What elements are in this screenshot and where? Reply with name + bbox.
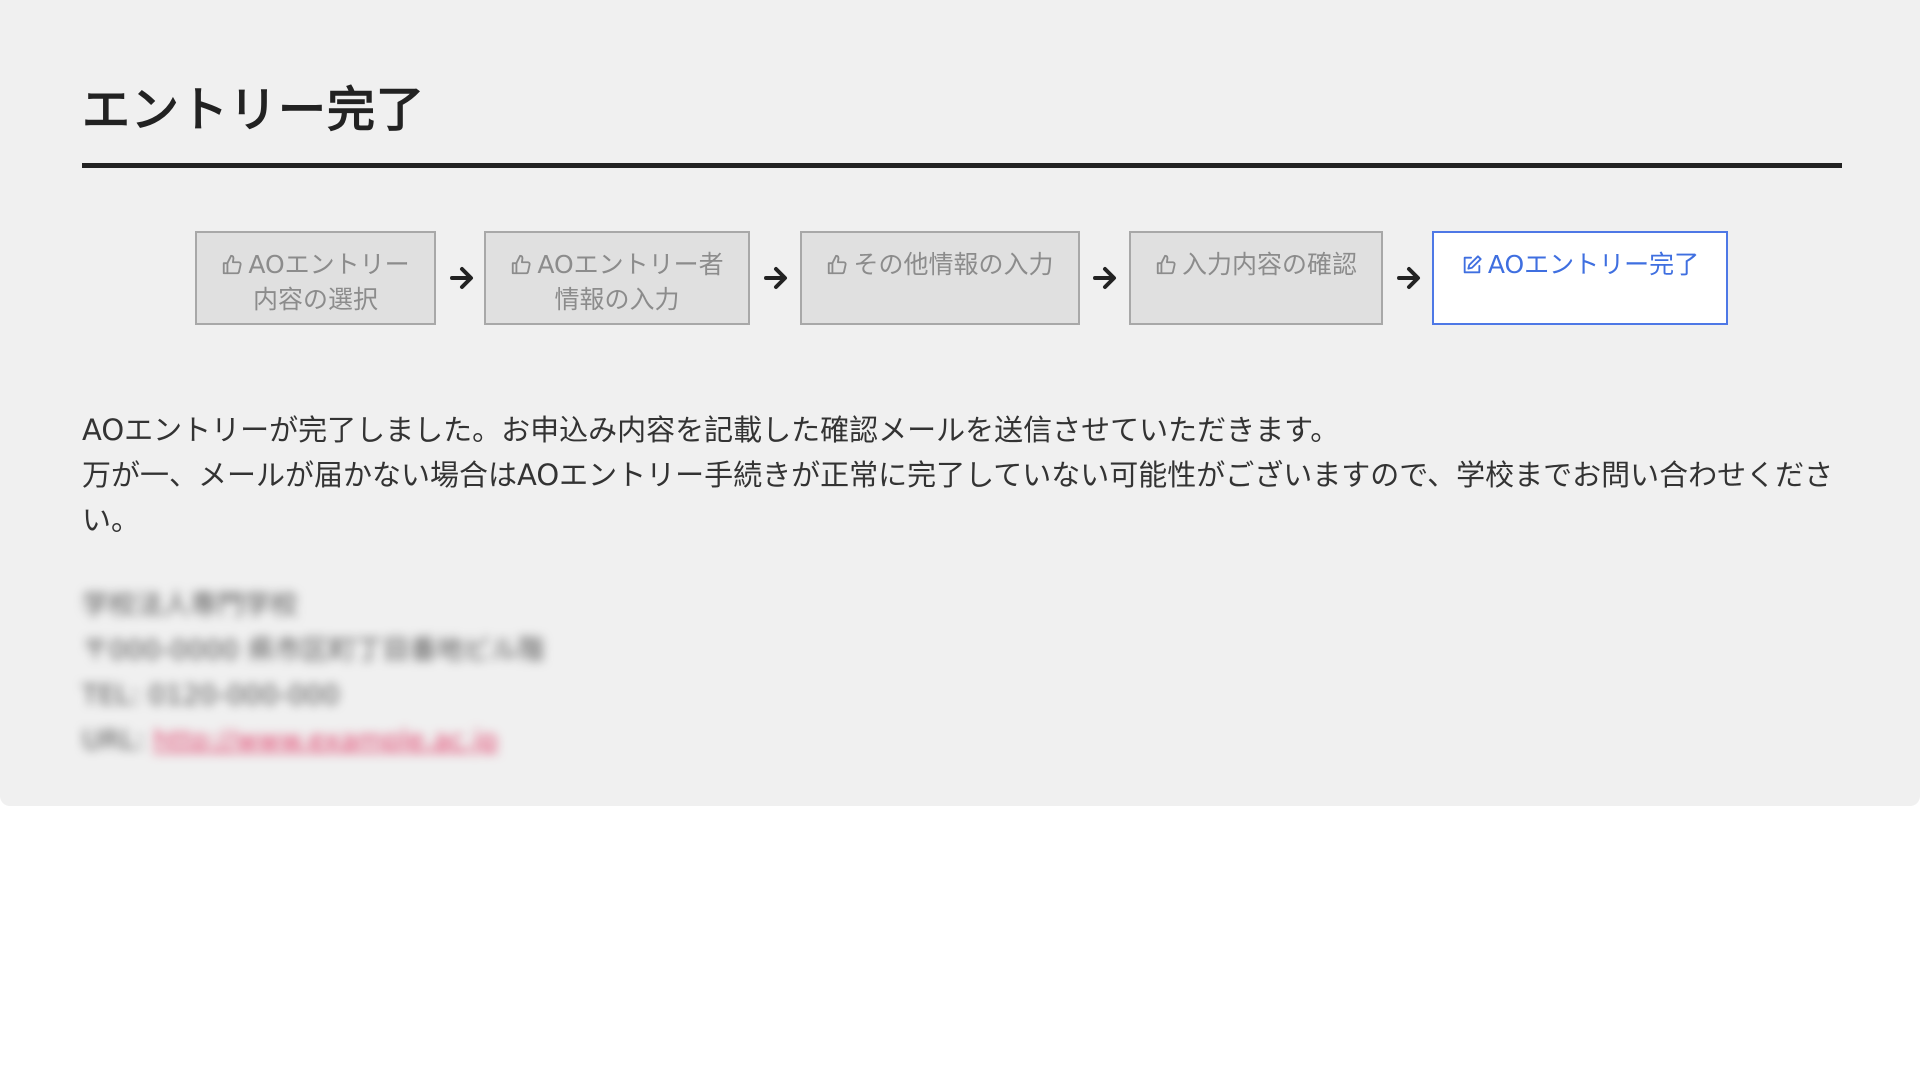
step-ao-entrant-info: AOエントリー者 情報の入力 xyxy=(484,231,750,325)
school-url-link[interactable]: http://www.example.ac.jp xyxy=(153,725,497,756)
thumbs-up-icon xyxy=(510,254,532,276)
arrow-right-icon xyxy=(1093,264,1119,292)
step-label-line1: AOエントリー xyxy=(248,250,410,279)
school-name: 学校法人専門学校 xyxy=(82,590,298,621)
thumbs-up-icon xyxy=(826,254,848,276)
arrow-right-icon xyxy=(1397,264,1423,292)
school-url-row: URL: http://www.example.ac.jp xyxy=(82,718,545,763)
message-line: 万が一、メールが届かない場合はAOエントリー手続きが正常に完了していない可能性が… xyxy=(82,458,1834,537)
step-label-line1: その他情報の入力 xyxy=(853,250,1054,279)
step-label-line1: AOエントリー完了 xyxy=(1487,250,1700,279)
url-label: URL: xyxy=(82,725,145,756)
completion-message: AOエントリーが完了しました。お申込み内容を記載した確認メールを送信させていただ… xyxy=(82,408,1852,543)
title-divider xyxy=(82,163,1842,168)
school-address: 〒000-0000 県市区町丁目番地ビル階 xyxy=(82,635,545,666)
step-ao-entry-complete: AOエントリー完了 xyxy=(1432,231,1728,325)
thumbs-up-icon xyxy=(221,254,243,276)
school-contact-info: 学校法人専門学校 〒000-0000 県市区町丁目番地ビル階 TEL: 0120… xyxy=(82,583,545,763)
message-line: AOエントリーが完了しました。お申込み内容を記載した確認メールを送信させていただ… xyxy=(82,413,1340,447)
step-label-line1: AOエントリー者 xyxy=(537,250,724,279)
step-ao-entry-selection: AOエントリー 内容の選択 xyxy=(195,231,436,325)
step-confirm-input: 入力内容の確認 xyxy=(1129,231,1383,325)
arrow-right-icon xyxy=(764,264,790,292)
thumbs-up-icon xyxy=(1155,254,1177,276)
edit-icon xyxy=(1461,254,1483,276)
arrow-right-icon xyxy=(450,264,476,292)
school-tel: TEL: 0120-000-000 xyxy=(82,680,340,711)
step-label-line2: 情報の入力 xyxy=(554,285,680,314)
entry-complete-panel: エントリー完了 AOエントリー 内容の選択 AOエントリー者 情報の入力 その他… xyxy=(0,0,1920,806)
step-other-info: その他情報の入力 xyxy=(800,231,1080,325)
step-label-line2: 内容の選択 xyxy=(252,285,378,314)
page-title: エントリー完了 xyxy=(82,82,426,138)
step-label-line1: 入力内容の確認 xyxy=(1181,250,1357,279)
